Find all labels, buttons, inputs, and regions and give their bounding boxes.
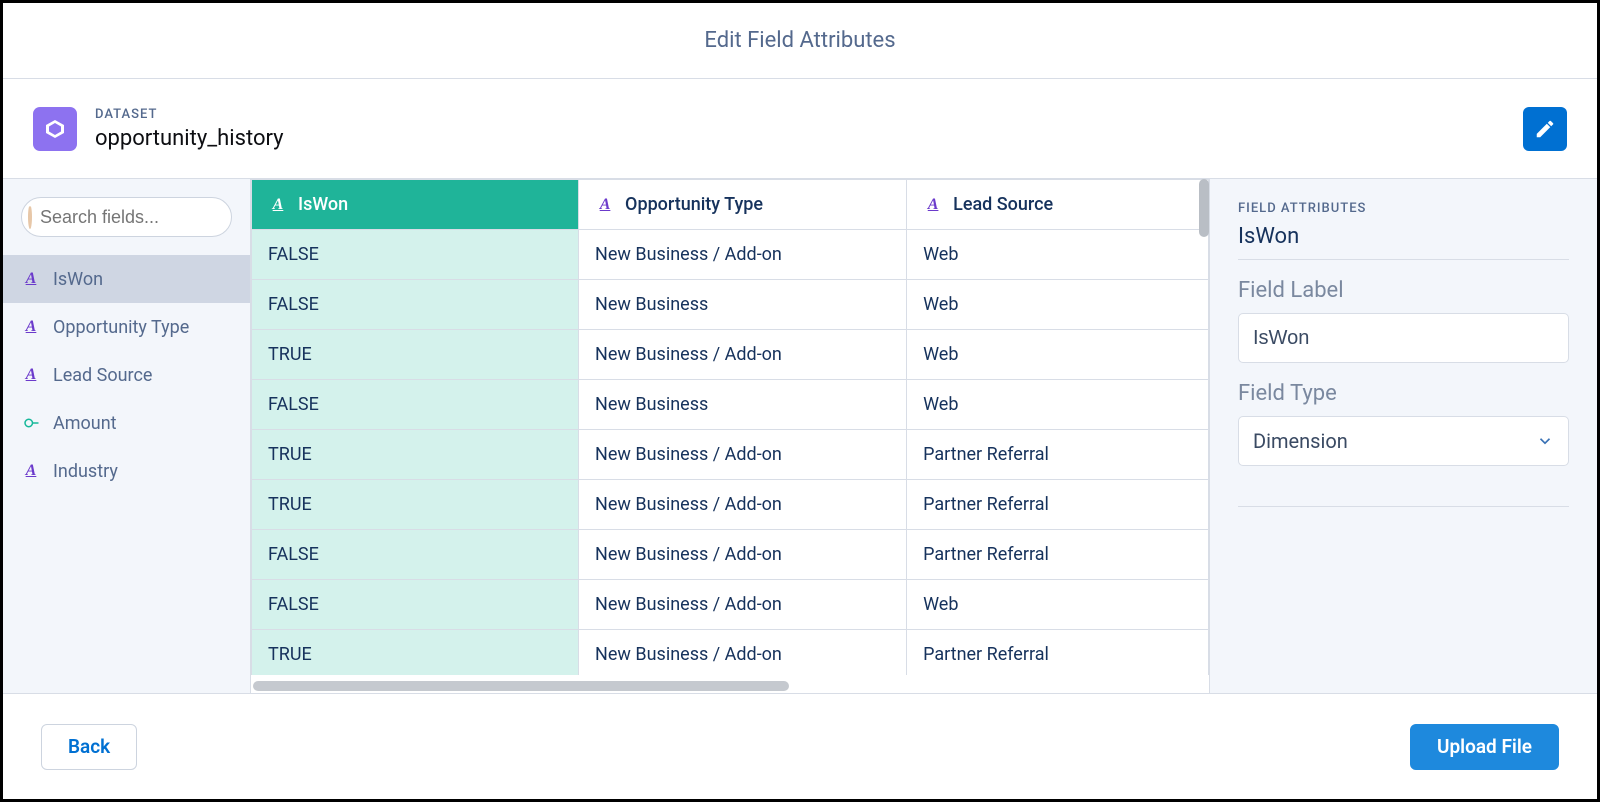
table-row: TRUENew Business / Add-onPartner Referra… xyxy=(252,430,1209,480)
table-cell: New Business / Add-on xyxy=(579,480,907,530)
table-cell: New Business / Add-on xyxy=(579,430,907,480)
table-cell: Web xyxy=(907,280,1209,330)
table-cell: New Business / Add-on xyxy=(579,580,907,630)
search-input[interactable] xyxy=(40,207,272,228)
column-header-label: IsWon xyxy=(298,194,348,215)
sidebar-field-label: Amount xyxy=(53,413,117,434)
sidebar-field-item[interactable]: A Industry xyxy=(3,447,250,495)
sidebar-field-label: Opportunity Type xyxy=(53,317,189,338)
column-header[interactable]: A Opportunity Type xyxy=(579,180,907,230)
table-cell: Web xyxy=(907,580,1209,630)
chevron-down-icon xyxy=(1536,432,1554,450)
table-row: TRUENew Business / Add-onPartner Referra… xyxy=(252,480,1209,530)
table-cell: FALSE xyxy=(252,380,579,430)
table-cell: TRUE xyxy=(252,330,579,380)
sidebar-field-label: Industry xyxy=(53,461,118,482)
table-cell: Web xyxy=(907,230,1209,280)
table-row: FALSENew Business / Add-onWeb xyxy=(252,580,1209,630)
dimension-type-icon: A xyxy=(595,195,615,215)
upload-file-button[interactable]: Upload File xyxy=(1410,724,1559,770)
field-type-heading: Field Type xyxy=(1238,381,1569,406)
page-title: Edit Field Attributes xyxy=(704,28,895,53)
back-button[interactable]: Back xyxy=(41,724,137,770)
table-cell: New Business / Add-on xyxy=(579,530,907,580)
field-label-input[interactable] xyxy=(1238,313,1569,363)
table-row: FALSENew BusinessWeb xyxy=(252,380,1209,430)
vertical-scrollbar[interactable] xyxy=(1199,179,1209,237)
dimension-type-icon: A xyxy=(923,195,943,215)
column-header-label: Lead Source xyxy=(953,194,1053,215)
selected-field-name: IsWon xyxy=(1238,224,1569,260)
table-row: FALSENew BusinessWeb xyxy=(252,280,1209,330)
header: DATASET opportunity_history xyxy=(3,79,1597,179)
column-header[interactable]: A Lead Source xyxy=(907,180,1209,230)
table-cell: FALSE xyxy=(252,280,579,330)
table-cell: New Business xyxy=(579,280,907,330)
search-fields[interactable] xyxy=(21,197,232,237)
measure-type-icon xyxy=(21,413,41,433)
column-header[interactable]: A IsWon xyxy=(252,180,579,230)
sidebar-field-item[interactable]: A IsWon xyxy=(3,255,250,303)
table-cell: Web xyxy=(907,380,1209,430)
table-row: FALSENew Business / Add-onPartner Referr… xyxy=(252,530,1209,580)
dataset-icon xyxy=(33,107,77,151)
table-cell: New Business xyxy=(579,380,907,430)
sidebar-field-label: IsWon xyxy=(53,269,103,290)
table-cell: Web xyxy=(907,330,1209,380)
table-cell: TRUE xyxy=(252,630,579,676)
table-cell: Partner Referral xyxy=(907,530,1209,580)
table-cell: Partner Referral xyxy=(907,430,1209,480)
titlebar: Edit Field Attributes xyxy=(3,3,1597,79)
table-cell: New Business / Add-on xyxy=(579,630,907,676)
column-header-label: Opportunity Type xyxy=(625,194,763,215)
pencil-icon xyxy=(1534,118,1556,140)
field-attributes-panel: FIELD ATTRIBUTES IsWon Field Label Field… xyxy=(1209,179,1597,693)
field-type-select[interactable]: Dimension xyxy=(1238,416,1569,466)
table-row: TRUENew Business / Add-onPartner Referra… xyxy=(252,630,1209,676)
table-row: FALSENew Business / Add-onWeb xyxy=(252,230,1209,280)
dimension-type-icon: A xyxy=(268,195,288,215)
preview-table: A IsWon A Opportunity Type A Lead Source FALS… xyxy=(251,179,1209,675)
dimension-type-icon: A xyxy=(21,365,41,385)
dimension-type-icon: A xyxy=(21,317,41,337)
footer: Back Upload File xyxy=(3,693,1597,799)
dimension-type-icon: A xyxy=(21,269,41,289)
table-cell: FALSE xyxy=(252,230,579,280)
table-cell: Partner Referral xyxy=(907,630,1209,676)
table-cell: FALSE xyxy=(252,580,579,630)
data-preview: A IsWon A Opportunity Type A Lead Source FALS… xyxy=(251,179,1209,693)
horizontal-scrollbar[interactable] xyxy=(253,681,789,693)
dataset-name: opportunity_history xyxy=(95,126,284,151)
dataset-kicker: DATASET xyxy=(95,107,284,122)
sidebar-field-item[interactable]: Amount xyxy=(3,399,250,447)
edit-button[interactable] xyxy=(1523,107,1567,151)
dimension-type-icon: A xyxy=(21,461,41,481)
search-spinner-icon xyxy=(28,205,32,229)
attributes-section-label: FIELD ATTRIBUTES xyxy=(1238,201,1569,216)
table-cell: TRUE xyxy=(252,480,579,530)
table-cell: Partner Referral xyxy=(907,480,1209,530)
table-cell: FALSE xyxy=(252,530,579,580)
sidebar: A IsWon A Opportunity Type A Lead Source Amoun… xyxy=(3,179,251,693)
sidebar-field-item[interactable]: A Opportunity Type xyxy=(3,303,250,351)
sidebar-field-label: Lead Source xyxy=(53,365,152,386)
field-type-value: Dimension xyxy=(1253,429,1348,453)
field-label-heading: Field Label xyxy=(1238,278,1569,303)
table-cell: TRUE xyxy=(252,430,579,480)
sidebar-field-item[interactable]: A Lead Source xyxy=(3,351,250,399)
table-cell: New Business / Add-on xyxy=(579,230,907,280)
table-cell: New Business / Add-on xyxy=(579,330,907,380)
table-row: TRUENew Business / Add-onWeb xyxy=(252,330,1209,380)
